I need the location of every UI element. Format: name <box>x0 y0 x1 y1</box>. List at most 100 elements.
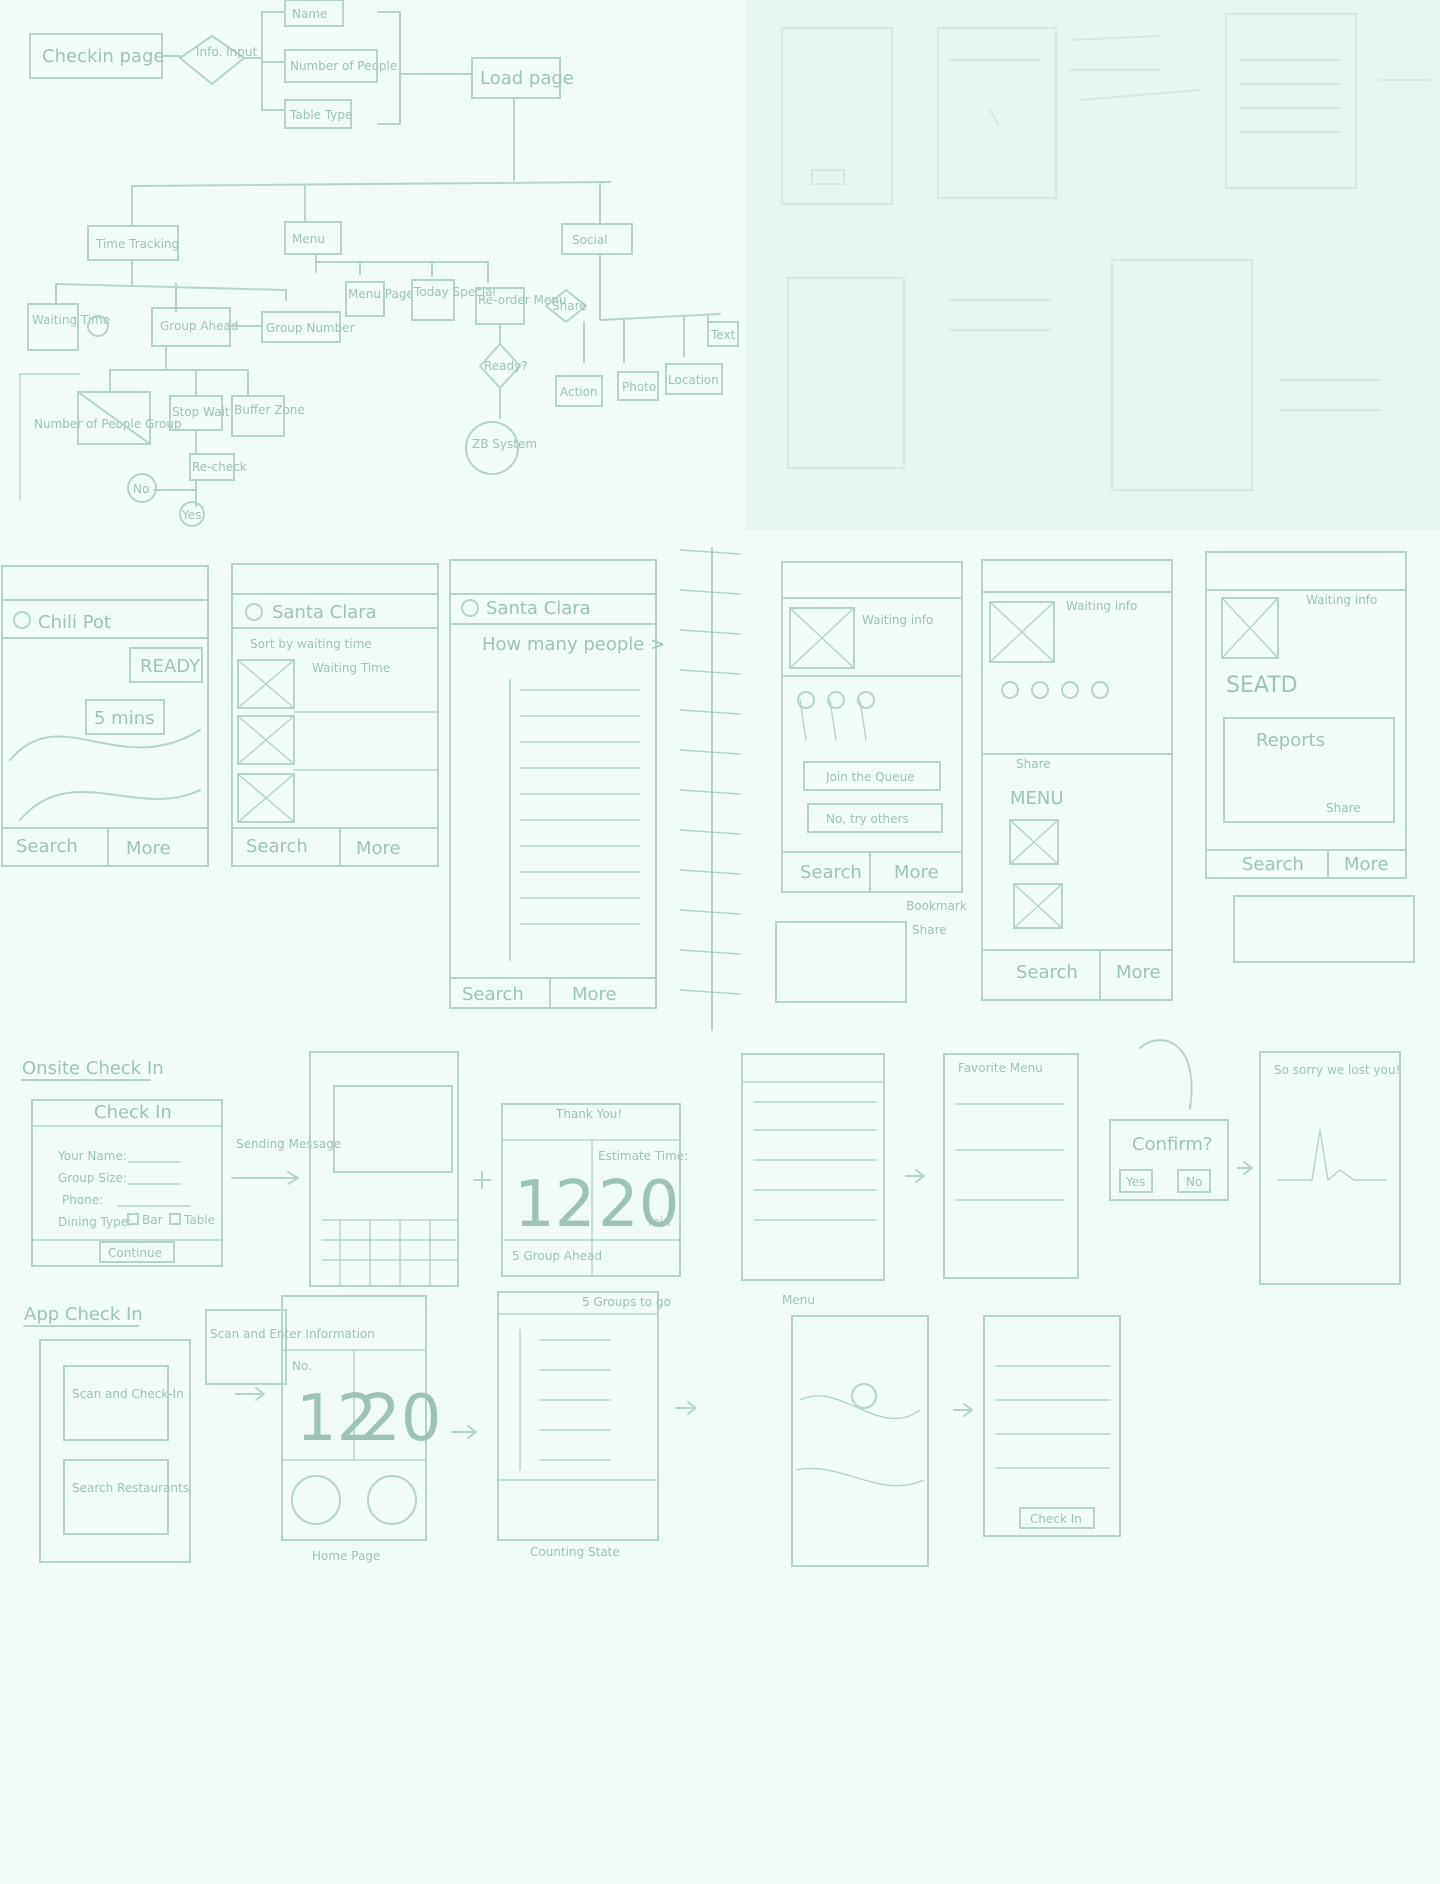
restaurant-list-screen <box>983 1315 1121 1537</box>
seated-waiting-info: Waiting info <box>1306 593 1377 607</box>
menu-search-button[interactable]: Search <box>1016 962 1078 983</box>
flow-time-tracking-label: Time Tracking <box>95 237 179 251</box>
scan-checkin-button[interactable] <box>63 1365 169 1441</box>
confirm-label: Confirm? <box>1132 1134 1213 1155</box>
flow-table-type-label: Table Type <box>289 108 352 122</box>
menu-more-button[interactable]: More <box>1116 962 1161 983</box>
chili-pot-search: Chili Pot <box>38 612 111 633</box>
groups-to-go-label: 5 Groups to go <box>582 1295 671 1309</box>
people-more-button[interactable]: More <box>572 984 617 1005</box>
ready-tag-label: READY <box>140 656 201 677</box>
search-icon <box>461 599 479 617</box>
santa-clara-search: Santa Clara <box>272 602 377 623</box>
flow-yes-label: Yes <box>181 508 201 522</box>
list-search-button[interactable]: Search <box>246 836 308 857</box>
map-pin-icon <box>851 1383 877 1409</box>
menu-caption: Menu <box>782 1293 815 1307</box>
flow-recheck-label: Re-check <box>192 460 247 474</box>
waiting-time-label: Waiting Time <box>312 661 390 675</box>
flow-photo-label: Photo <box>622 380 656 394</box>
screen-waiting-info <box>781 561 963 893</box>
seated-share-label: Share <box>1326 801 1361 815</box>
checkin-form-title: Check In <box>94 1102 172 1123</box>
flow-ready-label: Ready? <box>484 359 528 373</box>
flow-action-label: Action <box>560 385 598 399</box>
estimate-minutes: 20 <box>598 1168 679 1242</box>
table-checkbox[interactable] <box>169 1213 181 1225</box>
sketch-collage: Checkin page Info. Input Name Number of … <box>1 0 1440 1567</box>
confirm-yes-label: Yes <box>1125 1175 1145 1189</box>
phone-label: Phone: <box>62 1193 103 1207</box>
waiting-more-button[interactable]: More <box>894 862 939 883</box>
share-note: Share <box>912 923 947 937</box>
feedback-screen <box>1259 1051 1401 1285</box>
sending-message-label: Sending Message <box>236 1137 341 1151</box>
onsite-checkin-flow: Onsite Check In Check In Your Name: Grou… <box>21 1039 1401 1307</box>
try-others-label: No, try others <box>826 812 909 826</box>
flow-number-of-people-label: Number of People <box>290 59 397 73</box>
scan-checkin-label: Scan and Check-In <box>72 1387 184 1401</box>
flow-info-input <box>178 34 246 86</box>
seated-more-button[interactable]: More <box>1344 854 1389 875</box>
waiting-search-button[interactable]: Search <box>800 862 862 883</box>
notebook-spiral <box>679 547 741 1031</box>
join-queue-label: Join the Queue <box>825 770 915 784</box>
flow-text-label: Text <box>710 328 736 342</box>
seated-label: SEATD <box>1226 673 1298 698</box>
counting-state-screen <box>497 1291 659 1541</box>
so-sorry-label: So sorry we lost you! <box>1274 1063 1400 1077</box>
flow-name-label: Name <box>292 7 327 21</box>
menu-share-label: Share <box>1016 757 1051 771</box>
menu-heading: MENU <box>1010 788 1064 809</box>
menu-screen <box>741 1053 885 1281</box>
table-label: Table <box>183 1213 215 1227</box>
counting-state-caption: Counting State <box>530 1545 620 1559</box>
flow-group-ahead-label: Group Ahead <box>160 319 239 333</box>
menu-screen-info: Waiting info <box>1066 599 1137 613</box>
how-many-santa-clara: Santa Clara <box>486 598 591 619</box>
search-icon <box>13 611 31 629</box>
search-restaurants-label: Search Restaurants <box>72 1481 189 1495</box>
flow-number-of-people-group-label: Number of People Group <box>34 417 182 431</box>
chili-pot-search-button[interactable]: Search <box>16 836 78 857</box>
flow-location-label: Location <box>668 373 719 387</box>
faint-sketch-panel <box>745 0 1440 530</box>
minutes-unit: min <box>648 1215 671 1229</box>
map-screen <box>791 1315 929 1567</box>
flow-social-label: Social <box>572 233 608 247</box>
screen-menu <box>981 559 1173 1001</box>
estimate-time-label: Estimate Time: <box>598 1149 688 1163</box>
reports-label: Reports <box>1256 730 1325 751</box>
people-search-button[interactable]: Search <box>462 984 524 1005</box>
dining-type-label: Dining Type: <box>58 1215 132 1229</box>
flowchart-panel: Checkin page Info. Input Name Number of … <box>19 0 739 527</box>
home-page-caption: Home Page <box>312 1549 380 1563</box>
scan-enter-info-label: Scan and Enter Information <box>210 1327 375 1341</box>
flow-no-label: No <box>133 482 149 496</box>
continue-label: Continue <box>108 1246 162 1260</box>
list-more-button[interactable]: More <box>356 838 401 859</box>
waiting-info-title: Waiting info <box>862 613 933 627</box>
favorite-menu-title: Favorite Menu <box>958 1061 1043 1075</box>
search-icon <box>245 603 263 621</box>
flow-stop-wait-label: Stop Wait <box>172 405 230 419</box>
flow-buffer-zone-label: Buffer Zone <box>234 403 305 417</box>
chili-pot-more-button[interactable]: More <box>126 838 171 859</box>
how-many-people-label: How many people > <box>482 634 665 655</box>
group-ahead-label: 5 Group Ahead <box>512 1249 602 1263</box>
app-title: App Check In <box>24 1304 143 1325</box>
favorite-menu-screen <box>943 1053 1079 1279</box>
five-mins-tag-label: 5 mins <box>94 708 155 729</box>
group-size-label: Group Size: <box>58 1171 127 1185</box>
thank-you-label: Thank You! <box>555 1107 622 1121</box>
search-restaurants-button[interactable] <box>63 1459 169 1535</box>
flow-group-number-label: Group Number <box>266 321 355 335</box>
flow-load-page-label: Load page <box>480 68 574 89</box>
queue-number: 12 <box>514 1168 595 1242</box>
seated-search-button[interactable]: Search <box>1242 854 1304 875</box>
app-no-label: No. <box>292 1359 312 1373</box>
flow-share-label: Share <box>552 299 587 313</box>
flow-checkin-page-label: Checkin page <box>42 46 164 67</box>
flow-info-input-label: Info. Input <box>196 45 257 59</box>
sort-dropdown[interactable]: Sort by waiting time <box>250 637 372 651</box>
